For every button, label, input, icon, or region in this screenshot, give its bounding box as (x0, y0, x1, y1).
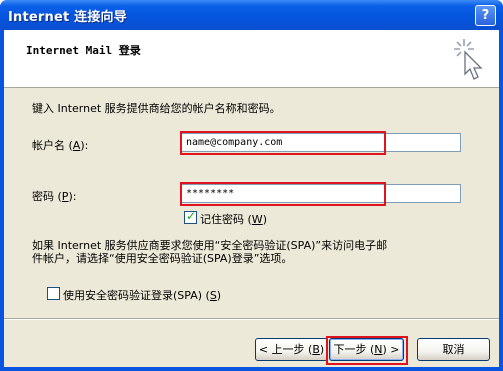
password-label-prefix: 密码 ( (32, 190, 62, 203)
spa-label-key: S (209, 289, 217, 302)
password-label-suffix: ): (68, 190, 77, 203)
remember-label-prefix: 记住密码 ( (200, 213, 252, 226)
spa-label-prefix: 使用安全密码验证登录(SPA) ( (63, 289, 210, 302)
spa-note-line2: 件帐户，请选择“使用安全密码验证(SPA)登录”选项。 (32, 252, 293, 265)
cancel-button[interactable]: 取消 (417, 338, 490, 361)
back-label-suffix: ) (319, 343, 325, 356)
back-label-key: B (312, 343, 320, 356)
wizard-sparkle-icon (454, 39, 483, 80)
remember-password-label[interactable]: 记住密码 (W) (200, 211, 267, 227)
wizard-header: Internet Mail 登录 (4, 30, 499, 88)
dialog-body: Internet Mail 登录 键入 Internet 服务提供商给您的帐户名… (4, 30, 499, 367)
remember-label-suffix: ) (262, 213, 267, 226)
highlight-password (180, 182, 386, 206)
remember-label-key: W (251, 213, 263, 226)
highlight-account (180, 131, 386, 155)
wizard-window: Internet 连接向导 ? Internet Mail 登录 键入 Inte… (0, 0, 503, 371)
window-title: Internet 连接向导 (8, 10, 127, 25)
spa-label-suffix: ) (216, 289, 222, 302)
footer-divider (4, 318, 499, 320)
remember-password-checkbox[interactable]: ✓ (184, 209, 197, 224)
highlight-next (326, 336, 408, 365)
check-icon: ✓ (186, 209, 197, 223)
account-label: 帐户名 (A): (32, 137, 88, 153)
help-button[interactable]: ? (475, 5, 496, 26)
back-button[interactable]: < 上一步 (B) (255, 338, 328, 361)
spa-checkbox[interactable] (47, 287, 60, 300)
back-label-prefix: < 上一步 ( (258, 343, 313, 356)
account-label-suffix: ): (80, 139, 89, 152)
page-title: Internet Mail 登录 (26, 44, 141, 57)
intro-text: 键入 Internet 服务提供商给您的帐户名称和密码。 (32, 102, 281, 115)
spa-label[interactable]: 使用安全密码验证登录(SPA) (S) (63, 287, 221, 303)
help-icon: ? (481, 8, 490, 23)
account-label-prefix: 帐户名 ( (32, 139, 73, 152)
password-label: 密码 (P): (32, 188, 76, 204)
title-bar[interactable]: Internet 连接向导 ? (0, 0, 503, 30)
